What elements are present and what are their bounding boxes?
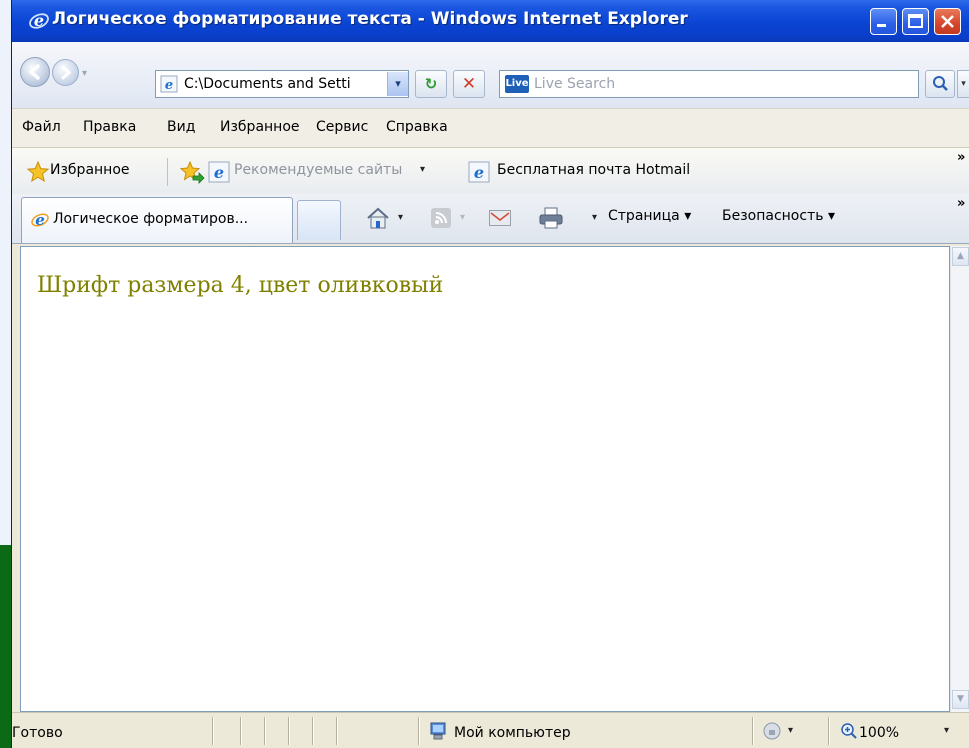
maximize-button[interactable] bbox=[902, 8, 929, 35]
svg-text:e: e bbox=[214, 163, 224, 182]
ie-tab-icon: e bbox=[31, 211, 49, 229]
print-dropdown-icon[interactable]: ▾ bbox=[592, 212, 597, 223]
tab-label: Логическое форматиров... bbox=[53, 211, 249, 227]
menu-view[interactable]: Вид bbox=[167, 119, 195, 135]
window-title: Логическое форматирование текста - Windo… bbox=[52, 9, 688, 29]
minimize-icon bbox=[877, 24, 886, 27]
suggested-sites-link[interactable]: Рекомендуемые сайты bbox=[234, 162, 402, 178]
feeds-dropdown-icon[interactable]: ▾ bbox=[460, 212, 465, 223]
magnifier-icon bbox=[933, 76, 948, 91]
svg-text:e: e bbox=[35, 211, 45, 229]
tab-active[interactable]: e Логическое форматиров... bbox=[21, 197, 293, 243]
menu-tools[interactable]: Сервис bbox=[316, 119, 368, 135]
address-field[interactable]: e C:\Documents and Setti ▾ bbox=[155, 70, 409, 98]
search-field[interactable]: Live Live Search bbox=[499, 70, 919, 98]
ie-suggested-sites-icon: e bbox=[208, 161, 230, 183]
menu-help[interactable]: Справка bbox=[386, 119, 448, 135]
status-separator bbox=[212, 717, 214, 745]
close-icon bbox=[941, 15, 954, 28]
status-separator bbox=[336, 717, 338, 745]
suggested-sites-dropdown-icon[interactable]: ▾ bbox=[420, 164, 425, 175]
menu-edit[interactable]: Правка bbox=[83, 119, 136, 135]
security-zone[interactable]: Мой компьютер bbox=[454, 725, 571, 741]
ie-logo-icon: e bbox=[29, 11, 49, 30]
live-search-logo-icon: Live bbox=[505, 75, 529, 93]
scroll-down-button[interactable]: ▼ bbox=[952, 690, 969, 709]
minimize-button[interactable] bbox=[870, 8, 897, 35]
protected-mode-dropdown-icon[interactable]: ▾ bbox=[788, 725, 793, 736]
status-separator bbox=[240, 717, 242, 745]
scroll-up-button[interactable]: ▲ bbox=[952, 247, 969, 266]
background-window-edge bbox=[0, 0, 11, 545]
status-separator bbox=[418, 717, 420, 745]
vertical-scrollbar[interactable]: ▲ ▼ bbox=[950, 246, 969, 712]
status-separator bbox=[264, 717, 266, 745]
hotmail-link[interactable]: Бесплатная почта Hotmail bbox=[497, 162, 690, 178]
home-icon[interactable] bbox=[364, 204, 392, 232]
new-tab-button[interactable] bbox=[297, 200, 341, 240]
refresh-button[interactable]: ↻ bbox=[415, 70, 447, 98]
svg-text:e: e bbox=[34, 11, 44, 30]
zoom-icon[interactable] bbox=[840, 722, 858, 740]
home-dropdown-icon[interactable]: ▾ bbox=[398, 212, 403, 223]
toolbar-separator bbox=[167, 158, 168, 186]
status-separator bbox=[288, 717, 290, 745]
svg-text:e: e bbox=[474, 163, 484, 182]
status-text: Готово bbox=[12, 725, 63, 741]
menu-bar: Файл Правка Вид Избранное Сервис Справка bbox=[12, 108, 969, 148]
status-bar: Готово Мой компьютер ▾ 100% ▾ bbox=[12, 712, 969, 748]
page-menu-dropdown-icon: ▾ bbox=[684, 208, 692, 224]
address-dropdown-button[interactable]: ▾ bbox=[387, 72, 408, 96]
back-button[interactable] bbox=[20, 57, 50, 87]
page-menu-label: Страница bbox=[608, 208, 680, 224]
zoom-dropdown-icon[interactable]: ▾ bbox=[944, 725, 949, 736]
page-content: Шрифт размера 4, цвет оливковый bbox=[20, 246, 950, 712]
close-button[interactable] bbox=[934, 8, 961, 35]
page-menu-button[interactable]: Страница ▾ bbox=[608, 208, 691, 224]
search-button[interactable] bbox=[925, 70, 955, 98]
read-mail-icon[interactable] bbox=[489, 210, 511, 226]
stop-button[interactable]: ✕ bbox=[453, 70, 485, 98]
history-dropdown-icon[interactable]: ▾ bbox=[82, 68, 87, 79]
title-bar[interactable]: e Логическое форматирование текста - Win… bbox=[12, 0, 969, 42]
favorites-star-icon[interactable] bbox=[26, 160, 50, 184]
ie-hotmail-icon: e bbox=[468, 161, 490, 183]
background-shadow bbox=[0, 545, 11, 748]
svg-text:e: e bbox=[165, 78, 173, 93]
safety-menu-dropdown-icon: ▾ bbox=[827, 208, 835, 224]
browser-window: e Логическое форматирование текста - Win… bbox=[11, 0, 969, 748]
olive-text: Шрифт размера 4, цвет оливковый bbox=[37, 273, 444, 298]
maximize-icon bbox=[908, 14, 923, 28]
search-options-button[interactable]: ▾ bbox=[957, 70, 969, 98]
safety-menu-button[interactable]: Безопасность ▾ bbox=[722, 208, 835, 224]
search-input[interactable]: Live Search bbox=[534, 76, 615, 92]
favorites-bar bbox=[12, 148, 969, 194]
forward-button[interactable] bbox=[52, 59, 79, 86]
status-separator bbox=[828, 717, 830, 745]
add-favorite-icon[interactable] bbox=[179, 160, 205, 184]
menu-favorites[interactable]: Избранное bbox=[220, 119, 300, 135]
arrow-left-icon bbox=[28, 64, 40, 80]
ie-page-icon: e bbox=[160, 75, 178, 93]
feeds-icon[interactable] bbox=[431, 208, 451, 228]
status-separator bbox=[752, 717, 754, 745]
protected-mode-icon[interactable] bbox=[762, 721, 782, 741]
arrow-right-icon bbox=[61, 65, 72, 80]
address-input[interactable]: C:\Documents and Setti bbox=[184, 76, 351, 92]
favorites-overflow-chevron-icon[interactable]: » bbox=[957, 150, 965, 165]
my-computer-icon bbox=[430, 722, 446, 740]
menu-file[interactable]: Файл bbox=[22, 119, 61, 135]
favorites-button[interactable]: Избранное bbox=[50, 162, 130, 178]
zoom-level[interactable]: 100% bbox=[859, 725, 899, 741]
status-separator bbox=[312, 717, 314, 745]
print-icon[interactable] bbox=[538, 206, 564, 230]
command-bar-overflow-chevron-icon[interactable]: » bbox=[957, 196, 965, 211]
safety-menu-label: Безопасность bbox=[722, 208, 824, 224]
